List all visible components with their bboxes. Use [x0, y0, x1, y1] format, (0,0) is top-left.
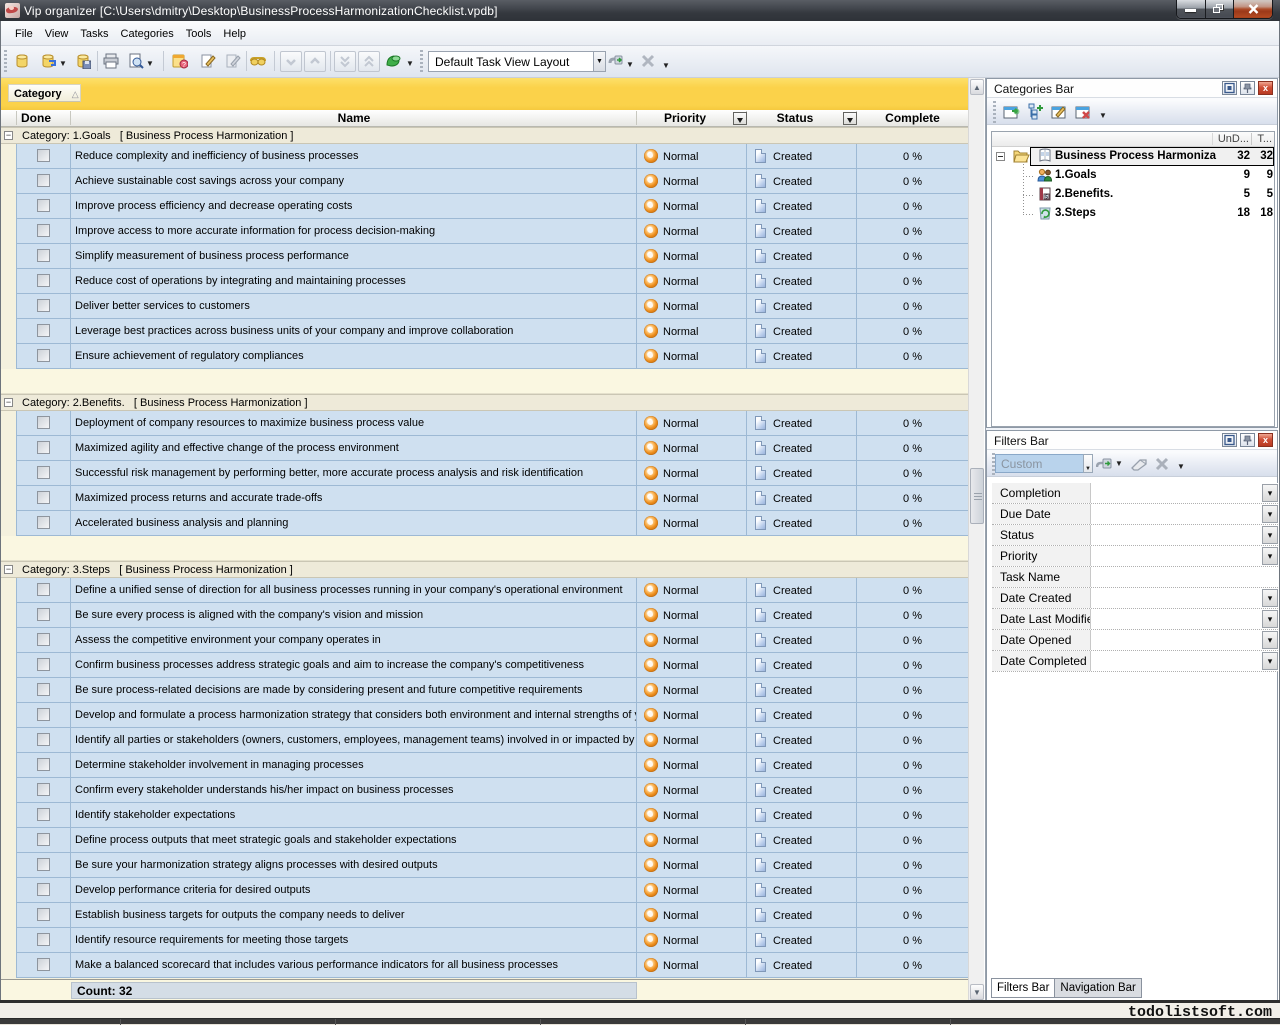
svg-text:?: ? [182, 62, 186, 69]
svg-text:5: 5 [1045, 195, 1048, 201]
